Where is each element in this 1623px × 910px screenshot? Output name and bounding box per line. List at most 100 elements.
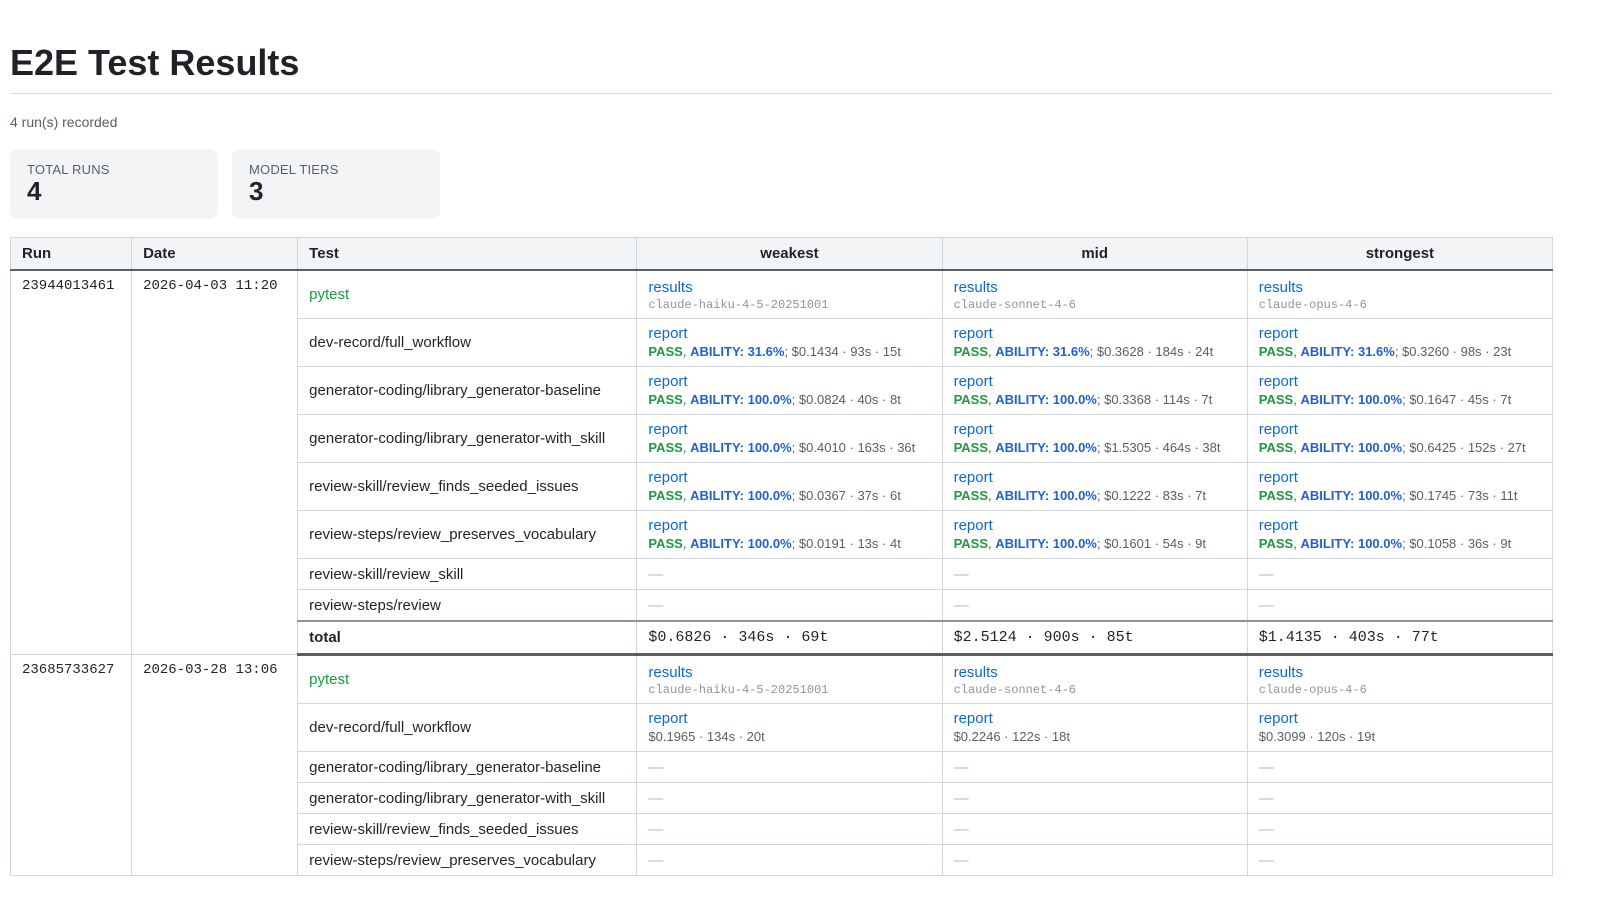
result-meta: PASS, ABILITY: 31.6%; $0.3628 · 184s · 2… <box>954 343 1236 361</box>
report-link[interactable]: report <box>1259 324 1541 343</box>
tier-cell: report $0.1965 · 134s · 20t <box>636 703 943 752</box>
report-link[interactable]: report <box>954 372 1236 391</box>
tier-cell: report PASS, ABILITY: 100.0%; $0.0824 · 4… <box>636 366 943 415</box>
report-link[interactable]: report <box>648 420 930 439</box>
results-link[interactable]: results <box>1259 663 1541 682</box>
pass-status: PASS <box>953 344 989 359</box>
total-value: $0.6826 · 346s · 69t <box>636 620 943 656</box>
separator: , <box>682 488 691 503</box>
test-name: dev-record/full_workflow <box>297 703 638 752</box>
ability-score: ABILITY: 100.0% <box>690 440 792 455</box>
pass-status: PASS <box>953 392 989 407</box>
header-test: Test <box>297 237 638 271</box>
tier-cell: — <box>636 813 943 845</box>
results-link[interactable]: results <box>648 278 930 297</box>
test-name: generator-coding/library_generator-with_… <box>297 414 638 463</box>
test-name: dev-record/full_workflow <box>297 318 638 367</box>
cost-time-turns: $0.1965 · 134s · 20t <box>648 729 765 744</box>
cost-time-turns: ; $0.3368 · 114s · 7t <box>1096 392 1213 407</box>
tier-cell: — <box>636 558 943 590</box>
pass-status: PASS <box>648 344 683 359</box>
tier-cell: results claude-opus-4-6 <box>1246 269 1554 319</box>
empty-dash: — <box>648 789 664 807</box>
model-name: claude-haiku-4-5-20251001 <box>648 297 829 312</box>
result-meta: PASS, ABILITY: 100.0%; $0.4010 · 163s · … <box>648 439 930 457</box>
results-link[interactable]: results <box>954 278 1236 297</box>
pass-status: PASS <box>648 440 683 455</box>
test-name: review-steps/review_preserves_vocabulary <box>297 844 638 876</box>
report-link[interactable]: report <box>1259 709 1541 728</box>
report-link[interactable]: report <box>1259 516 1541 535</box>
separator: , <box>682 440 691 455</box>
result-meta: PASS, ABILITY: 31.6%; $0.3260 · 98s · 23… <box>1259 343 1541 361</box>
tier-cell: — <box>941 751 1248 783</box>
tier-cell: — <box>1246 813 1554 845</box>
report-link[interactable]: report <box>648 468 930 487</box>
model-name: claude-opus-4-6 <box>1258 682 1367 697</box>
total-value: $2.5124 · 900s · 85t <box>941 620 1248 656</box>
report-link[interactable]: report <box>1259 468 1541 487</box>
report-link[interactable]: report <box>954 709 1236 728</box>
result-meta: PASS, ABILITY: 100.0%; $0.1058 · 36s · 9… <box>1259 535 1541 553</box>
cost-time-turns: ; $1.5305 · 464s · 38t <box>1096 440 1221 455</box>
tier-cell: — <box>1246 751 1554 783</box>
runs-recorded-text: 4 run(s) recorded <box>10 114 118 130</box>
tier-cell: — <box>1246 782 1554 814</box>
test-name: pytest <box>297 269 638 319</box>
empty-dash: — <box>1258 851 1274 869</box>
report-link[interactable]: report <box>648 709 930 728</box>
cost-time-turns: $0.3099 · 120s · 19t <box>1258 729 1376 744</box>
summary-cards: TOTAL RUNS 4 MODEL TIERS 3 <box>10 149 1553 219</box>
empty-dash: — <box>648 758 664 776</box>
result-meta: PASS, ABILITY: 100.0%; $0.1222 · 83s · 7… <box>954 487 1236 505</box>
result-meta: PASS, ABILITY: 100.0%; $0.1601 · 54s · 9… <box>954 535 1236 553</box>
results-link[interactable]: results <box>648 663 930 682</box>
tier-cell: — <box>636 751 943 783</box>
tier-cell: report PASS, ABILITY: 100.0%; $0.6425 · 1… <box>1246 414 1554 463</box>
ability-score: ABILITY: 31.6% <box>690 344 785 359</box>
result-meta: PASS, ABILITY: 100.0%; $0.6425 · 152s · … <box>1259 439 1541 457</box>
tier-cell: — <box>636 589 943 622</box>
tier-cell: results claude-opus-4-6 <box>1246 654 1554 704</box>
report-link[interactable]: report <box>1259 420 1541 439</box>
tier-cell: report $0.3099 · 120s · 19t <box>1246 703 1554 752</box>
result-meta: $0.1965 · 134s · 20t <box>648 728 930 746</box>
test-name: pytest <box>297 654 638 704</box>
tier-cell: results claude-sonnet-4-6 <box>941 269 1248 319</box>
report-link[interactable]: report <box>954 324 1236 343</box>
tier-cell: — <box>941 558 1248 590</box>
report-link[interactable]: report <box>1259 372 1541 391</box>
report-link[interactable]: report <box>648 324 930 343</box>
tier-cell: report PASS, ABILITY: 100.0%; $0.1745 · 7… <box>1246 462 1554 511</box>
cost-time-turns: ; $0.1601 · 54s · 9t <box>1096 536 1206 551</box>
report-link[interactable]: report <box>648 516 930 535</box>
test-name: generator-coding/library_generator-basel… <box>297 366 638 415</box>
model-name: claude-opus-4-6 <box>1258 297 1367 312</box>
test-name: review-steps/review <box>297 589 638 622</box>
results-table: Run Date Test weakest mid strongest 2394… <box>9 237 1554 876</box>
ability-score: ABILITY: 100.0% <box>995 488 1097 503</box>
result-meta: PASS, ABILITY: 100.0%; $0.0824 · 40s · 8… <box>648 391 930 409</box>
result-meta: PASS, ABILITY: 100.0%; $0.0191 · 13s · 4… <box>648 535 930 553</box>
page: E2E Test Results 4 run(s) recorded TOTAL… <box>0 0 1563 876</box>
tier-cell: — <box>1246 558 1554 590</box>
model-name: claude-sonnet-4-6 <box>953 682 1076 697</box>
report-link[interactable]: report <box>954 468 1236 487</box>
report-link[interactable]: report <box>954 420 1236 439</box>
empty-dash: — <box>648 851 664 869</box>
pass-status: PASS <box>953 440 989 455</box>
cost-time-turns: ; $0.4010 · 163s · 36t <box>791 440 916 455</box>
pass-status: PASS <box>1258 392 1294 407</box>
result-meta: PASS, ABILITY: 100.0%; $0.0367 · 37s · 6… <box>648 487 930 505</box>
report-link[interactable]: report <box>954 516 1236 535</box>
header-run: Run <box>9 237 133 271</box>
tier-cell: — <box>636 844 943 876</box>
results-link[interactable]: results <box>1259 278 1541 297</box>
tier-cell: report PASS, ABILITY: 100.0%; $0.1222 · 8… <box>941 462 1248 511</box>
results-link[interactable]: results <box>954 663 1236 682</box>
ability-score: ABILITY: 100.0% <box>1300 488 1403 503</box>
empty-dash: — <box>953 758 969 776</box>
result-meta: PASS, ABILITY: 100.0%; $0.1647 · 45s · 7… <box>1259 391 1541 409</box>
cost-time-turns: ; $0.0367 · 37s · 6t <box>791 488 901 503</box>
report-link[interactable]: report <box>648 372 930 391</box>
